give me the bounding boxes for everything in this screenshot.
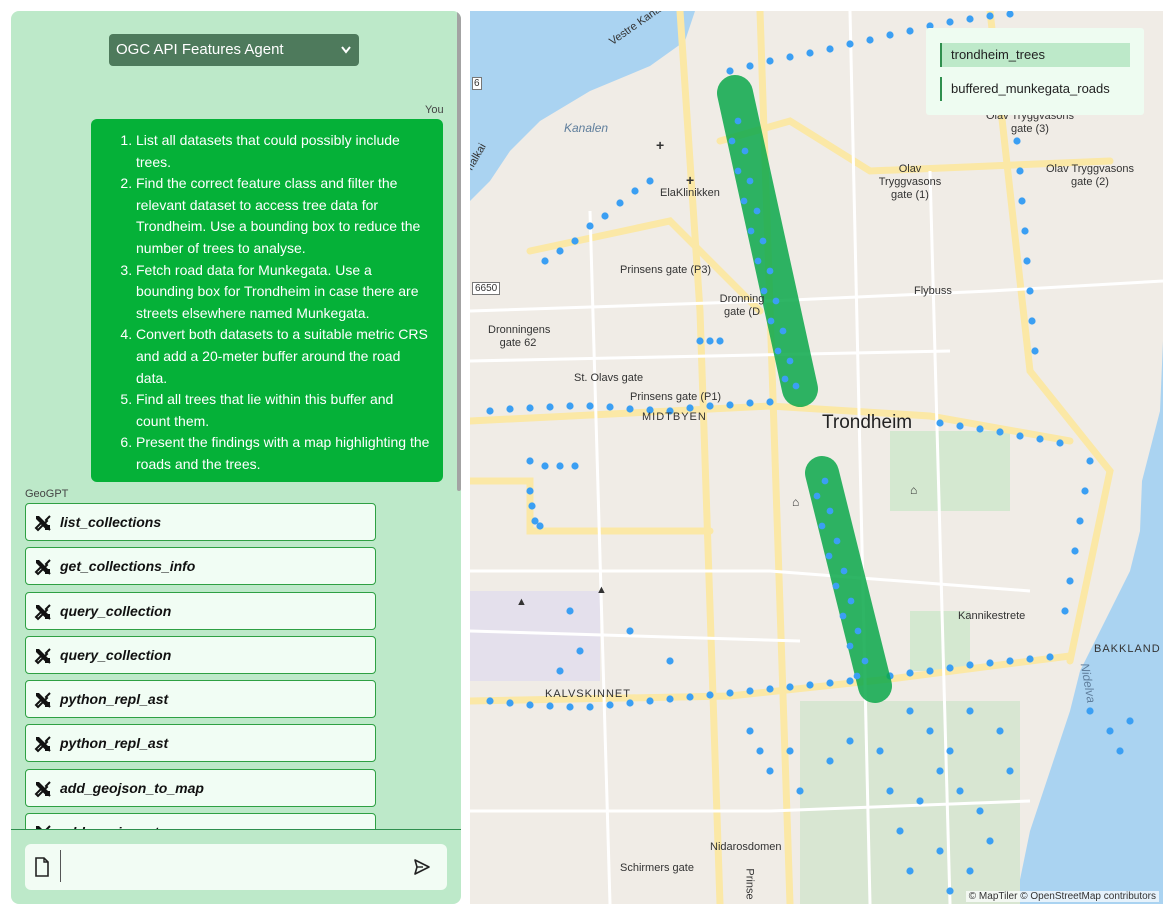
user-step: Present the findings with a map highligh… (136, 432, 431, 475)
agent-selector[interactable]: OGC API Features Agent (109, 34, 359, 66)
museum-icon: ⌂ (910, 483, 918, 497)
map-label-st-olavs: St. Olavs gate (574, 372, 644, 384)
chat-panel: OGC API Features Agent You List all data… (11, 11, 461, 904)
map-label-schirmers: Schirmers gate (620, 862, 694, 874)
map-label-midtbyen: MIDTBYEN (642, 411, 707, 423)
text-cursor (60, 850, 61, 882)
map-label-flybuss: Flybuss (914, 285, 952, 297)
send-icon[interactable] (413, 858, 431, 876)
tool-call-button[interactable]: python_repl_ast (25, 680, 376, 718)
chat-history[interactable]: OGC API Features Agent You List all data… (11, 11, 461, 829)
tools-icon (34, 604, 51, 621)
tool-call-label: add_geojson_to_map (60, 780, 204, 796)
map-label-road-6: 6 (472, 77, 482, 90)
map-label-prinsens-p3: Prinsens gate (P3) (620, 264, 712, 276)
tool-call-label: add_geojson_to_map (60, 814, 204, 829)
tool-call-label: query_collection (60, 647, 172, 663)
tool-call-button[interactable]: get_collections_info (25, 547, 376, 585)
agent-selector-value: OGC API Features Agent (116, 41, 284, 58)
map-label-kanalen: Kanalen (564, 121, 609, 135)
user-label: You (425, 104, 444, 116)
tool-call-label: python_repl_ast (60, 691, 169, 707)
assistant-label: GeoGPT (25, 488, 69, 500)
user-step: Find the correct feature class and filte… (136, 173, 431, 259)
layer-item-trees[interactable]: trondheim_trees (940, 43, 1130, 67)
layer-item-buffered-roads[interactable]: buffered_munkegata_roads (940, 77, 1130, 101)
tools-icon (34, 781, 51, 798)
tool-call-button[interactable]: query_collection (25, 636, 376, 674)
map-label-kalvskinnet: KALVSKINNET (545, 688, 631, 700)
map-attribution[interactable]: © MapTiler © OpenStreetMap contributors (965, 891, 1159, 902)
map-view[interactable]: Kanalen ElaKlinikken Prinsens gate (P3) … (470, 11, 1163, 904)
tool-call-button[interactable]: add_geojson_to_map (25, 769, 376, 807)
message-composer (11, 829, 461, 904)
user-step: Find all trees that lie within this buff… (136, 389, 431, 432)
user-step: Convert both datasets to a suitable metr… (136, 324, 431, 389)
tool-call-button[interactable]: add_geojson_to_map (25, 813, 376, 829)
school-icon: ▲ (516, 596, 527, 608)
map-label-kannikestrete: Kannikestrete (958, 610, 1026, 622)
chat-scrollbar-thumb[interactable] (457, 11, 461, 491)
tool-call-button[interactable]: query_collection (25, 592, 376, 630)
user-message: List all datasets that could possibly in… (91, 119, 443, 482)
user-step: Fetch road data for Munkegata. Use a bou… (136, 260, 431, 325)
tools-icon (34, 515, 51, 532)
hospital-icon: + (686, 172, 695, 188)
map-label-olav-2: Olav Tryggvasons gate (2) (1045, 163, 1135, 188)
hospital-icon: + (656, 137, 665, 153)
tools-icon (34, 736, 51, 753)
map-label-prinsens-vertical: Prinse (743, 868, 756, 900)
map-label-dronningens-d: Dronning gate (D (719, 293, 765, 318)
map-label-road-6650: 6650 (472, 282, 501, 295)
map-label-elaklinikken: ElaKlinikken (660, 187, 720, 199)
file-attach-icon[interactable] (34, 857, 50, 877)
tools-icon (34, 692, 51, 709)
chevron-down-icon (340, 34, 352, 78)
school-icon: ▲ (596, 584, 607, 596)
tool-call-label: python_repl_ast (60, 735, 169, 751)
tools-icon (34, 559, 51, 576)
tools-icon (34, 648, 51, 665)
tool-call-button[interactable]: list_collections (25, 503, 376, 541)
user-step: List all datasets that could possibly in… (136, 130, 431, 173)
map-label-dronningens-62: Dronningens gate 62 (488, 324, 551, 349)
tool-call-label: get_collections_info (60, 558, 196, 574)
basemap (470, 11, 1163, 904)
map-label-nidarosdomen: Nidarosdomen (710, 841, 782, 853)
layer-panel: trondheim_trees buffered_munkegata_roads (926, 28, 1144, 115)
tool-call-label: list_collections (60, 514, 162, 530)
map-label-olav-1: Olav Tryggvasons gate (1) (878, 163, 942, 201)
map-label-prinsens-p1: Prinsens gate (P1) (630, 391, 722, 403)
map-label-trondheim: Trondheim (822, 412, 913, 433)
message-input[interactable] (25, 844, 447, 890)
chat-scrollbar[interactable] (457, 11, 461, 829)
museum-icon: ⌂ (792, 495, 800, 509)
map-label-bakklandet: BAKKLAND (1094, 643, 1161, 655)
tool-call-button[interactable]: python_repl_ast (25, 724, 376, 762)
tool-call-label: query_collection (60, 603, 172, 619)
